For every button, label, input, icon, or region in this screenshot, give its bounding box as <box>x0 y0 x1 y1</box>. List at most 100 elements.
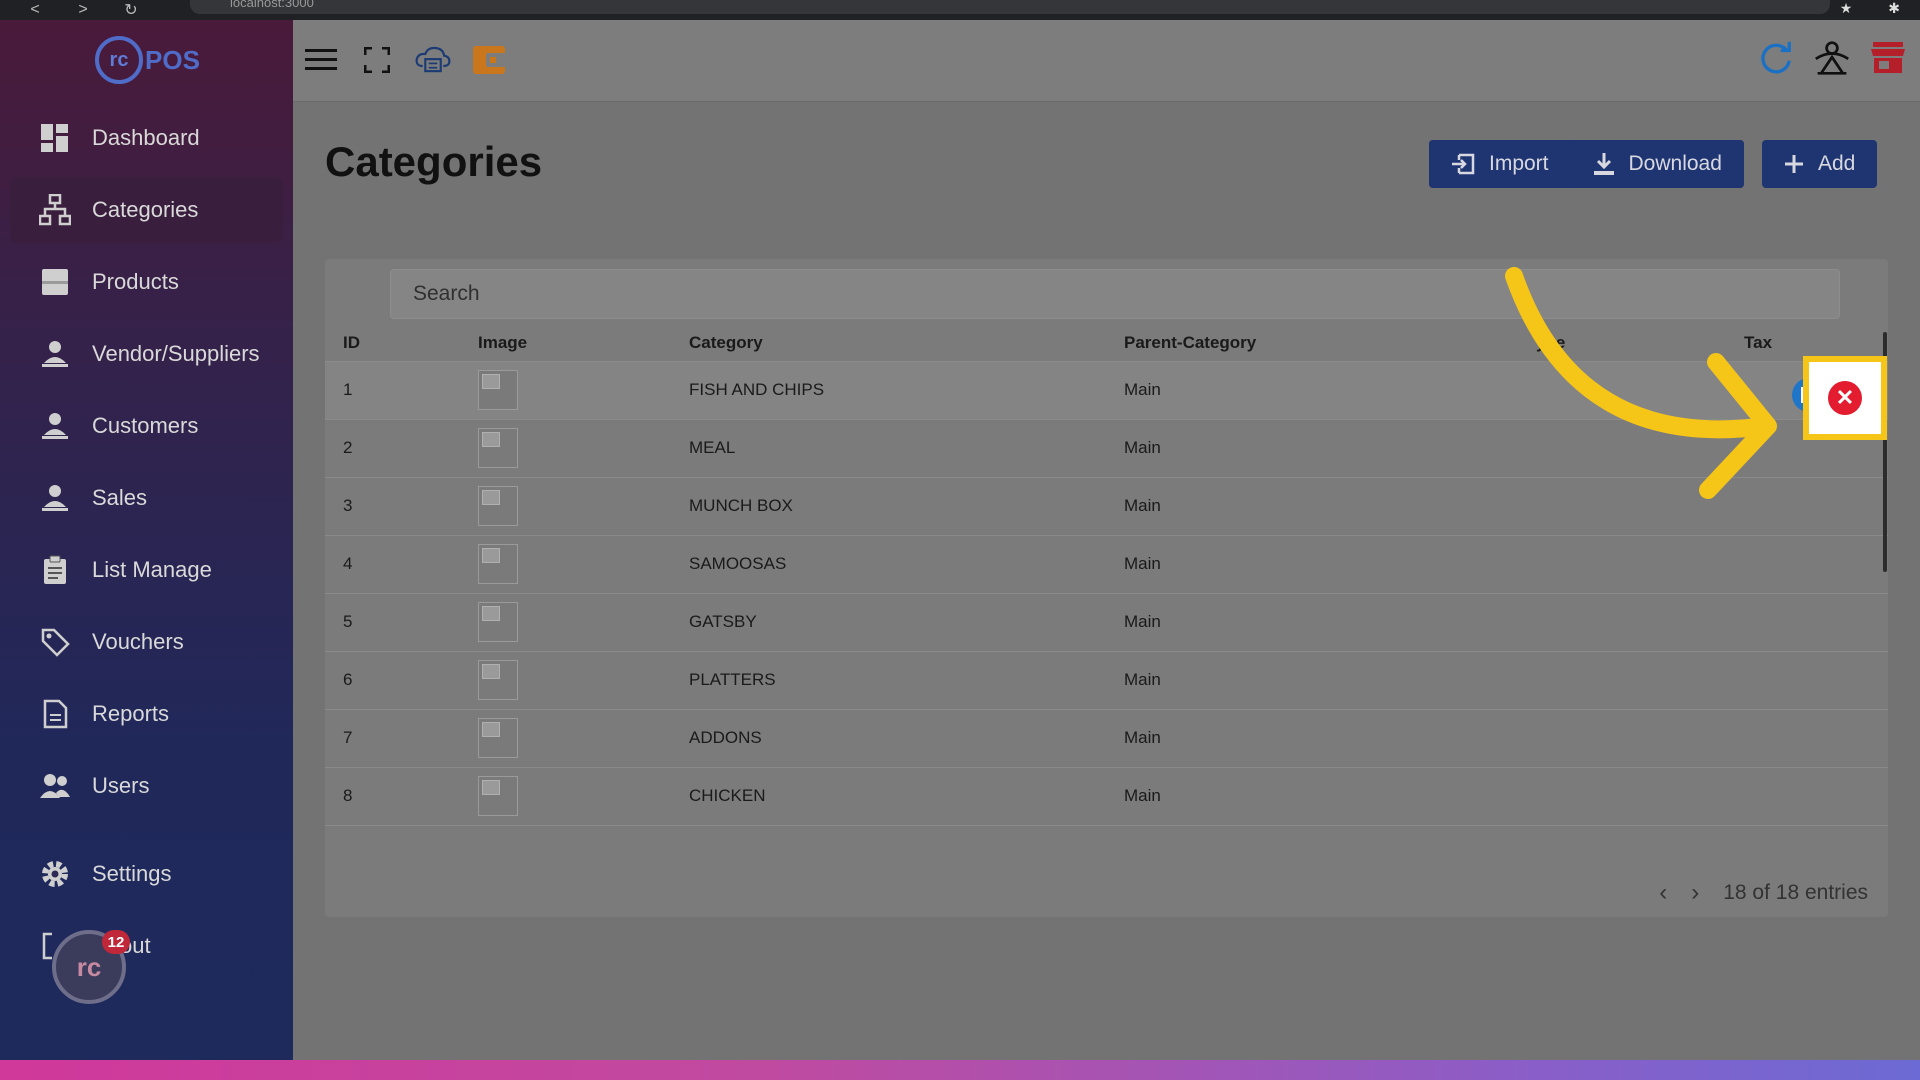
column-header-parent-category[interactable]: Parent-Category <box>1106 325 1531 362</box>
broken-image-icon <box>478 370 518 410</box>
broken-image-icon <box>478 718 518 758</box>
sidebar-item-label: Categories <box>92 197 199 222</box>
table-row[interactable]: 5 GATSBY Main <box>325 593 1888 652</box>
table-row[interactable]: 8 CHICKEN Main <box>325 767 1888 826</box>
cell-parent-category: Main <box>1106 361 1531 420</box>
address-bar[interactable]: localhost:3000 <box>190 0 1830 14</box>
cell-type <box>1531 535 1726 594</box>
sidebar-item-label: Vouchers <box>92 629 184 654</box>
dashboard-icon <box>38 121 72 155</box>
delete-row-button[interactable]: ✕ <box>1828 381 1862 415</box>
bookmark-icon[interactable]: ★ <box>1840 0 1853 17</box>
prev-page-button[interactable]: ‹ <box>1659 879 1667 907</box>
download-label: Download <box>1628 152 1722 175</box>
column-header-category[interactable]: Category <box>671 325 1106 362</box>
app-logo[interactable]: rc POS <box>95 32 200 88</box>
top-header <box>293 20 1920 102</box>
cell-parent-category: Main <box>1106 535 1531 594</box>
hamburger-menu-icon[interactable] <box>303 42 339 78</box>
extensions-icon[interactable]: ✱ <box>1888 0 1900 17</box>
column-header-id[interactable]: ID <box>325 325 460 362</box>
box-icon <box>38 265 72 299</box>
import-label: Import <box>1489 152 1549 175</box>
cell-category: PLATTERS <box>671 651 1106 710</box>
cell-image <box>460 709 671 768</box>
cell-parent-category: Main <box>1106 593 1531 652</box>
sidebar-item-label: Vendor/Suppliers <box>92 341 260 366</box>
store-icon[interactable] <box>1870 40 1906 76</box>
close-icon: ✕ <box>1835 385 1855 410</box>
cell-id: 7 <box>325 709 460 768</box>
sidebar-item-label: Reports <box>92 701 170 726</box>
plus-icon <box>1785 155 1803 173</box>
broken-image-icon <box>478 660 518 700</box>
cell-parent-category: Main <box>1106 767 1531 826</box>
cell-image <box>460 419 671 478</box>
main-content: Categories Import Download Add ID Image … <box>293 102 1920 1060</box>
sidebar-item-users[interactable]: Users <box>10 753 283 819</box>
sidebar-item-dashboard[interactable]: Dashboard <box>10 105 283 171</box>
sidebar-menu: Dashboard Categories Products Vendor/Sup… <box>0 105 293 985</box>
column-header-image[interactable]: Image <box>460 325 671 362</box>
table-row[interactable]: 4 SAMOOSAS Main <box>325 535 1888 594</box>
table-row[interactable]: 6 PLATTERS Main <box>325 651 1888 710</box>
download-button[interactable]: Download <box>1570 140 1744 188</box>
cell-type <box>1531 593 1726 652</box>
cell-id: 8 <box>325 767 460 826</box>
url-text: localhost:3000 <box>230 0 314 10</box>
add-category-button[interactable]: Add <box>1762 140 1878 188</box>
sidebar-item-reports[interactable]: Reports <box>10 681 283 747</box>
document-icon <box>38 697 72 731</box>
table-row[interactable]: 7 ADDONS Main <box>325 709 1888 768</box>
highlighted-delete-target: ✕ <box>1803 356 1887 440</box>
sidebar-item-logout[interactable]: out <box>10 913 283 979</box>
next-page-button[interactable]: › <box>1691 879 1699 907</box>
sidebar-item-label: Products <box>92 269 179 294</box>
browser-actions: ★ ✱ <box>1840 0 1900 17</box>
sidebar-item-label: Sales <box>92 485 148 510</box>
sidebar-item-settings[interactable]: Settings <box>10 841 283 907</box>
cell-tax <box>1726 535 1888 594</box>
add-label: Add <box>1818 152 1856 175</box>
back-icon[interactable]: < <box>24 1 46 19</box>
logo-text: POS <box>145 44 200 75</box>
sidebar-item-sales[interactable]: Sales <box>10 465 283 531</box>
cell-id: 5 <box>325 593 460 652</box>
import-button[interactable]: Import <box>1429 140 1571 188</box>
users-icon <box>38 769 72 803</box>
cell-type <box>1531 767 1726 826</box>
reload-icon[interactable]: ↻ <box>120 0 142 20</box>
cell-id: 3 <box>325 477 460 536</box>
fullscreen-icon[interactable] <box>359 42 395 78</box>
cell-category: GATSBY <box>671 593 1106 652</box>
sidebar-item-vendor-suppliers[interactable]: Vendor/Suppliers <box>10 321 283 387</box>
cell-image <box>460 535 671 594</box>
bottom-gradient-bar <box>0 1060 1920 1080</box>
notification-badge: 12 <box>102 930 130 954</box>
cell-tax <box>1726 593 1888 652</box>
cell-tax <box>1726 767 1888 826</box>
cloud-print-icon[interactable] <box>415 42 451 78</box>
page-title: Categories <box>325 138 543 185</box>
forward-icon[interactable]: > <box>72 1 94 19</box>
cell-parent-category: Main <box>1106 709 1531 768</box>
cell-image <box>460 651 671 710</box>
refresh-icon[interactable] <box>1758 40 1794 76</box>
cell-category: MEAL <box>671 419 1106 478</box>
cell-category: ADDONS <box>671 709 1106 768</box>
sidebar-item-products[interactable]: Products <box>10 249 283 315</box>
cell-type <box>1531 651 1726 710</box>
cell-parent-category: Main <box>1106 419 1531 478</box>
logo-mark: rc <box>95 36 143 84</box>
sidebar-item-list-manage[interactable]: List Manage <box>10 537 283 603</box>
cell-image <box>460 361 671 420</box>
sidebar-item-label: List Manage <box>92 557 212 582</box>
sidebar-item-categories[interactable]: Categories <box>10 177 283 243</box>
person-icon <box>38 481 72 515</box>
sidebar-item-vouchers[interactable]: Vouchers <box>10 609 283 675</box>
sidebar-item-customers[interactable]: Customers <box>10 393 283 459</box>
wallet-icon[interactable] <box>471 42 507 78</box>
network-sync-icon[interactable] <box>1814 40 1850 76</box>
gear-icon <box>38 857 72 891</box>
cell-parent-category: Main <box>1106 651 1531 710</box>
